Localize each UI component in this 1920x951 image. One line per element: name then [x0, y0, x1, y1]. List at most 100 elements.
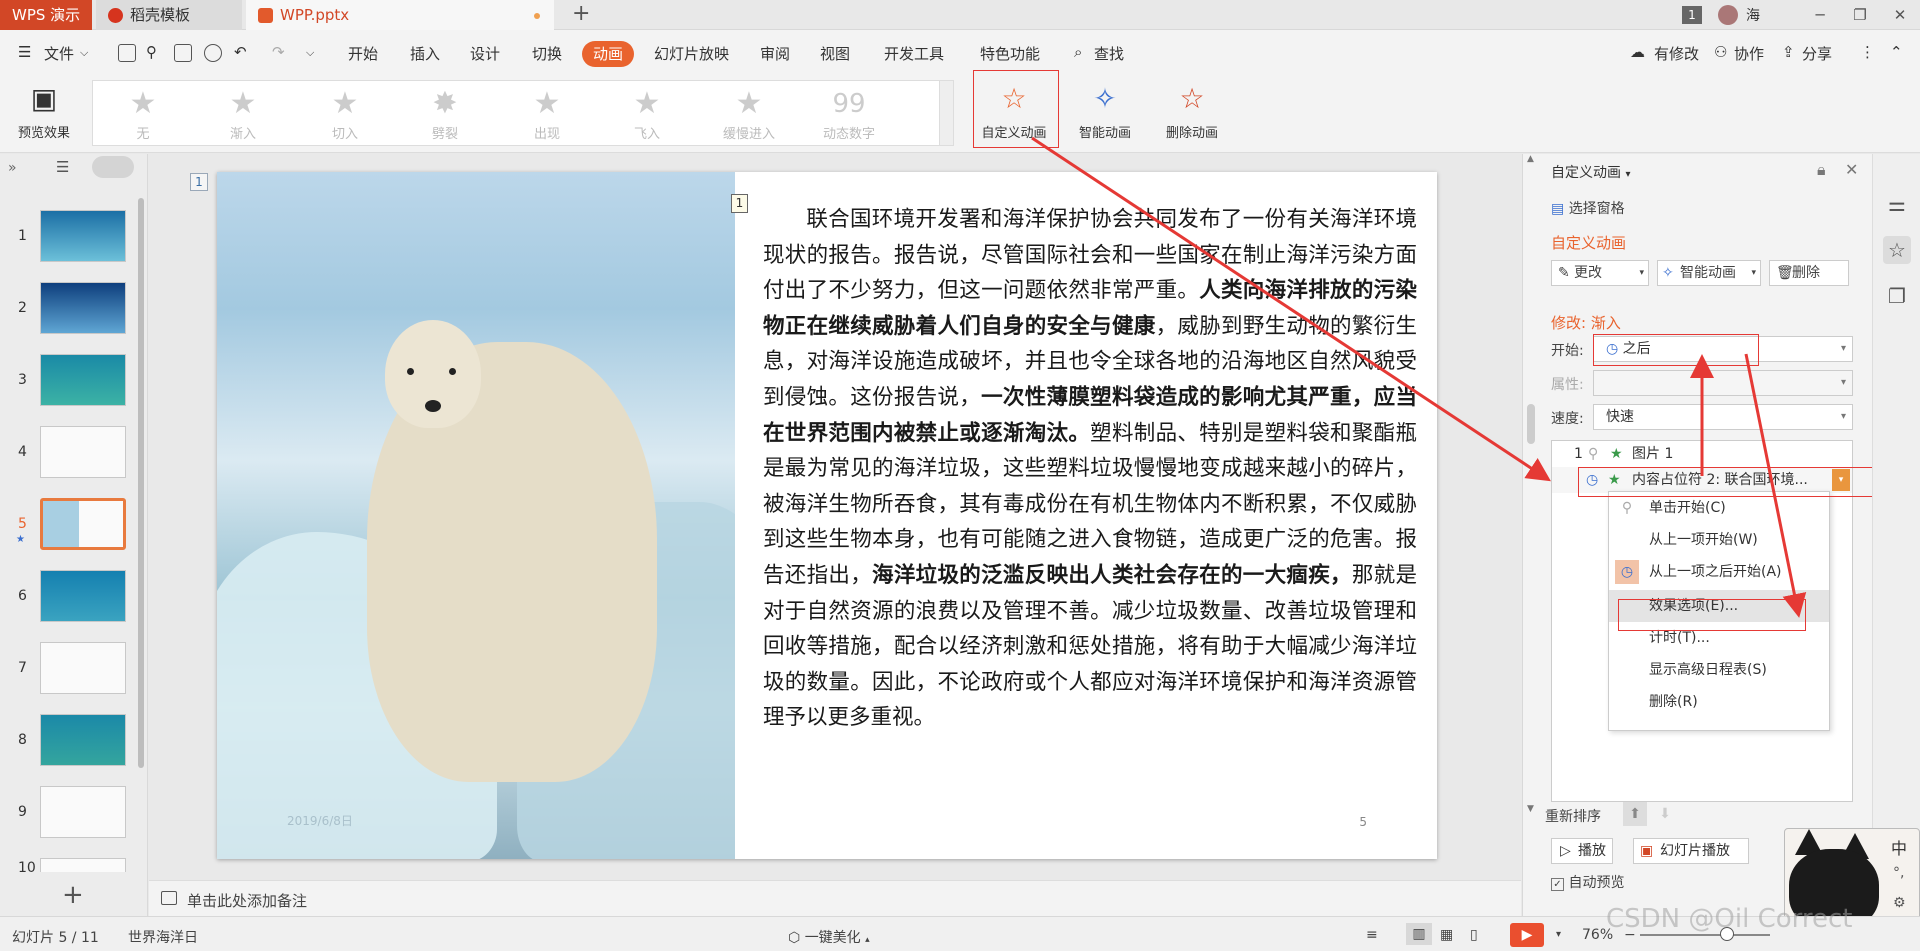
- format-painter-icon[interactable]: ⚲: [146, 43, 157, 61]
- search-icon[interactable]: ⌕: [1074, 43, 1082, 61]
- settings-sliders-icon[interactable]: ⚌: [1883, 190, 1911, 218]
- hamburger-icon[interactable]: ☰: [18, 43, 31, 61]
- close-pane-icon[interactable]: ✕: [1845, 160, 1858, 179]
- avatar[interactable]: [1718, 5, 1738, 25]
- outline-view-icon[interactable]: ☰: [56, 158, 69, 176]
- tab-docer-templates[interactable]: 稻壳模板: [96, 0, 242, 30]
- animation-star-icon[interactable]: ☆: [1883, 236, 1911, 264]
- user-icon[interactable]: ⚇: [1714, 43, 1727, 61]
- undo-icon[interactable]: ↶: [234, 43, 247, 61]
- close-icon[interactable]: ✕: [1880, 6, 1920, 24]
- thumbnail-row[interactable]: 8: [0, 714, 148, 774]
- pane-side-scroll[interactable]: ▲ ▼: [1527, 154, 1537, 914]
- notes-bar[interactable]: 单击此处添加备注: [149, 880, 1521, 916]
- gallery-item-fly-in[interactable]: ★ 飞入: [607, 85, 687, 142]
- thumb-image[interactable]: [40, 498, 126, 550]
- reading-view-icon[interactable]: ▯: [1470, 927, 1478, 943]
- chevron-down-icon[interactable]: ▾: [1556, 929, 1561, 940]
- chevron-down-icon[interactable]: ⌵: [80, 46, 88, 60]
- thumbnail-row[interactable]: 1: [0, 210, 148, 270]
- thumb-image[interactable]: [40, 786, 126, 838]
- thumbnail-row[interactable]: 2: [0, 282, 148, 342]
- zoom-slider-track[interactable]: [1640, 934, 1770, 936]
- list-item[interactable]: 1 ⚲ ★ 图片 1: [1552, 441, 1852, 467]
- smart-animation-pane-button[interactable]: ✧ 智能动画 ▾: [1657, 260, 1761, 286]
- thumbnail-row[interactable]: 6: [0, 570, 148, 630]
- menu-review[interactable]: 审阅: [760, 43, 790, 64]
- collaborate-button[interactable]: 协作: [1734, 43, 1764, 64]
- polar-bear-photo[interactable]: 2019/6/8日: [217, 172, 735, 859]
- share-button[interactable]: 分享: [1802, 43, 1832, 64]
- property-select[interactable]: ▾: [1593, 370, 1853, 396]
- speed-select[interactable]: 快速 ▾: [1593, 404, 1853, 430]
- ctx-show-timeline[interactable]: 显示高级日程表(S): [1609, 654, 1829, 686]
- app-name-tab[interactable]: WPS 演示: [0, 0, 92, 30]
- slideshow-play-button[interactable]: ▶: [1510, 923, 1544, 947]
- notes-toggle-icon[interactable]: ≡: [1366, 927, 1378, 943]
- autopreview-checkbox[interactable]: ✓ 自动预览: [1551, 872, 1624, 892]
- thumb-image[interactable]: [40, 282, 126, 334]
- pane-title[interactable]: 自定义动画 ▾: [1551, 162, 1630, 182]
- lock-icon[interactable]: 🔒︎: [1817, 160, 1826, 180]
- play-button[interactable]: ▷ 播放: [1551, 838, 1613, 864]
- scroll-down-icon[interactable]: ▼: [1527, 804, 1534, 814]
- move-down-icon[interactable]: ⬇: [1653, 802, 1677, 826]
- ctx-start-with-previous[interactable]: 从上一项开始(W): [1609, 524, 1829, 556]
- menu-view[interactable]: 视图: [820, 43, 850, 64]
- gallery-item-fade[interactable]: ★ 渐入: [203, 85, 283, 142]
- cloud-sync-icon[interactable]: ☁: [1630, 43, 1645, 61]
- gallery-item-split[interactable]: ✸ 劈裂: [405, 85, 485, 142]
- menu-slideshow[interactable]: 幻灯片放映: [654, 43, 729, 64]
- menu-design[interactable]: 设计: [470, 43, 500, 64]
- search-button[interactable]: 查找: [1094, 43, 1124, 64]
- restore-icon[interactable]: ❐: [1840, 6, 1880, 24]
- notification-count[interactable]: 1: [1682, 6, 1702, 24]
- thumbnail-row[interactable]: 10: [0, 858, 148, 872]
- menu-developer[interactable]: 开发工具: [884, 43, 944, 64]
- menu-home[interactable]: 开始: [348, 43, 378, 64]
- gallery-item-appear[interactable]: ★ 出现: [507, 85, 587, 142]
- expand-pane-icon[interactable]: »: [8, 160, 17, 176]
- ime-settings-icon[interactable]: ⚙: [1893, 895, 1906, 911]
- thumb-image[interactable]: [40, 354, 126, 406]
- thumb-image[interactable]: [40, 210, 126, 262]
- redo-icon[interactable]: ↷: [272, 43, 285, 61]
- slide[interactable]: 2019/6/8日 1 联合国环境开发署和海洋保护协会共同发布了一份有关海洋环境…: [217, 172, 1437, 859]
- menu-insert[interactable]: 插入: [410, 43, 440, 64]
- thumbnail-row[interactable]: 3: [0, 354, 148, 414]
- gallery-item-cut[interactable]: ★ 切入: [305, 85, 385, 142]
- copy-icon[interactable]: ❐: [1883, 282, 1911, 310]
- minimize-icon[interactable]: ─: [1800, 6, 1840, 24]
- thumbnail-scrollbar[interactable]: [138, 198, 144, 768]
- add-slide-button[interactable]: +: [62, 880, 84, 910]
- thumbnail-row[interactable]: 7: [0, 642, 148, 702]
- file-menu[interactable]: 文件: [44, 43, 74, 64]
- smart-animation-button[interactable]: ✧ 智能动画: [1066, 82, 1144, 141]
- thumb-image[interactable]: [40, 714, 126, 766]
- scroll-thumb[interactable]: [1527, 404, 1535, 444]
- theme-name[interactable]: 世界海洋日: [128, 927, 198, 947]
- more-icon[interactable]: ⋮: [1860, 43, 1875, 61]
- thumbnail-view-icon[interactable]: [92, 156, 134, 178]
- thumbnail-row-selected[interactable]: 5 ★: [0, 498, 148, 558]
- modified-status[interactable]: 有修改: [1654, 43, 1699, 64]
- ctx-start-after-previous[interactable]: ◷ 从上一项之后开始(A): [1609, 556, 1829, 588]
- print-icon[interactable]: [174, 44, 192, 62]
- share-icon[interactable]: ⇪: [1782, 43, 1795, 61]
- ctx-delete[interactable]: 删除(R): [1609, 686, 1829, 718]
- thumb-image[interactable]: [40, 858, 126, 872]
- ime-language-indicator[interactable]: 中: [1891, 835, 1907, 859]
- select-pane-button[interactable]: ▤ 选择窗格: [1551, 198, 1625, 218]
- slideshow-button[interactable]: ▣ 幻灯片播放: [1633, 838, 1749, 864]
- delete-animation-button[interactable]: ☆ 删除动画: [1156, 82, 1228, 141]
- thumbnail-row[interactable]: 4: [0, 426, 148, 486]
- scroll-up-icon[interactable]: ▲: [1527, 154, 1534, 164]
- save-icon[interactable]: [118, 44, 136, 62]
- thumbnail-row[interactable]: 9: [0, 786, 148, 846]
- thumb-image[interactable]: [40, 570, 126, 622]
- delete-button[interactable]: 🗑︎ 删除: [1769, 260, 1849, 286]
- thumb-image[interactable]: [40, 642, 126, 694]
- collapse-ribbon-icon[interactable]: ⌃: [1890, 43, 1903, 61]
- notes-placeholder[interactable]: 单击此处添加备注: [187, 890, 307, 911]
- tab-wpp-file[interactable]: WPP.pptx: [246, 0, 554, 30]
